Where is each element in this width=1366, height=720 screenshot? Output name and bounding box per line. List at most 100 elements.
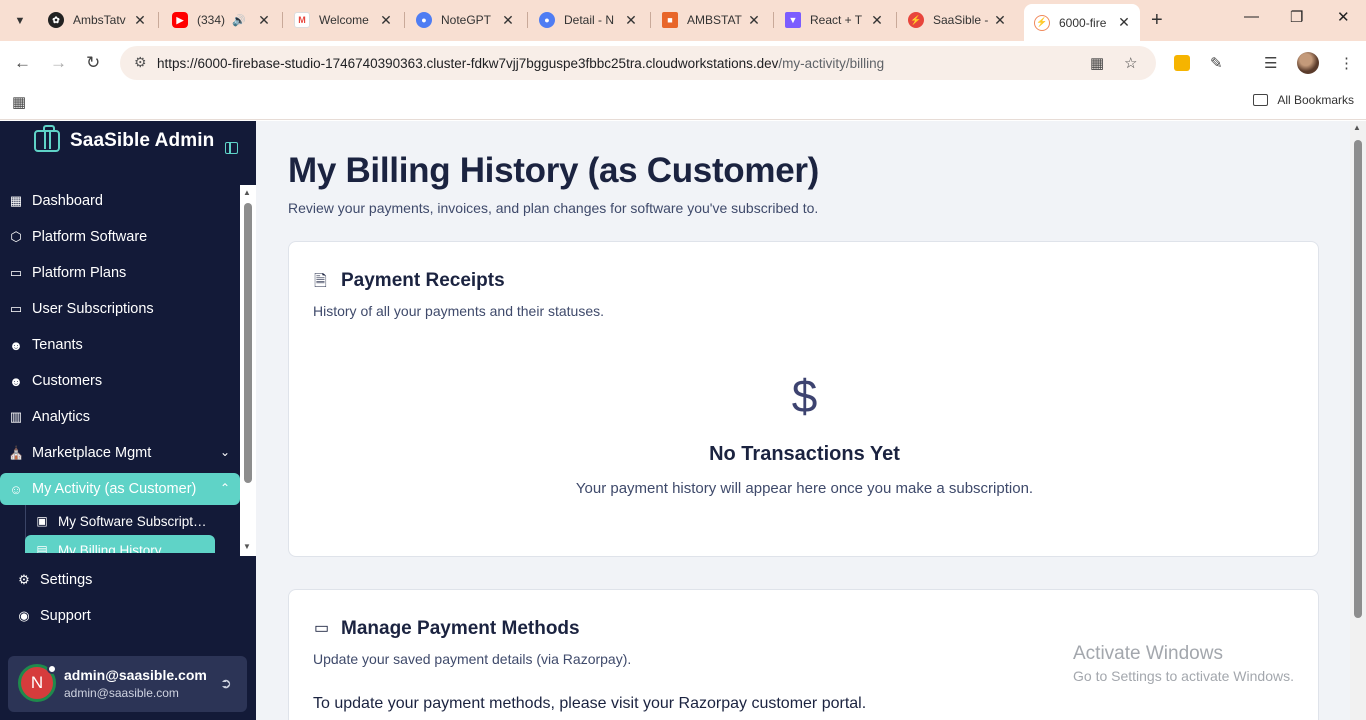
scroll-up-arrow-icon[interactable]: ▲ [243,188,251,197]
back-arrow-icon[interactable]: ← [14,53,31,73]
sidebar-subitem-label: My Billing History [58,542,162,554]
window-close-icon[interactable]: ✕ [1337,8,1350,26]
tab-title: SaaSible - [933,13,989,27]
sidebar-item-label: Support [40,608,91,624]
apps-grid-icon[interactable]: ▦ [12,93,26,111]
card-description: History of all your payments and their s… [313,303,605,319]
sidebar-item-customers[interactable]: ☻ Customers [0,365,240,397]
new-tab-plus-icon[interactable]: + [1151,9,1163,32]
tab-separator [650,12,651,28]
close-icon[interactable]: ✕ [256,12,272,29]
tab-title: React + T [810,13,863,27]
sidebar-item-label: Marketplace Mgmt [32,445,152,461]
sidebar-item-settings[interactable]: ⚙ Settings [8,565,240,595]
page-scroll-thumb[interactable] [1354,140,1362,618]
user-circle-icon: ☺ [9,481,23,497]
minimize-icon[interactable]: — [1244,8,1259,25]
empty-state-title: No Transactions Yet [709,443,900,465]
tab-search-chevron-icon[interactable]: ▼ [10,11,30,31]
close-icon[interactable]: ✕ [378,12,394,29]
all-bookmarks-label: All Bookmarks [1277,93,1354,107]
close-icon[interactable]: ✕ [132,12,148,29]
keep-extension-icon[interactable] [1174,55,1190,71]
brand-logo[interactable]: SaaSible Admin [34,125,215,152]
user-card[interactable]: N admin@saasible.com admin@saasible.com … [8,656,247,712]
ambstat-icon: ■ [662,12,678,28]
sidebar-item-label: Dashboard [32,193,103,209]
browser-tab[interactable]: ● NoteGPT ✕ [406,5,524,35]
gmail-icon: M [294,12,310,28]
sidebar-scroll-thumb[interactable] [244,203,252,483]
speaker-icon[interactable]: 🔊 [232,14,246,27]
sidebar-toggle-icon[interactable] [225,142,238,154]
close-icon[interactable]: ✕ [992,12,1008,29]
tab-title: AMBSTAT [687,13,742,27]
store-icon: ⛪ [8,445,25,460]
sidebar-item-marketplace-mgmt[interactable]: ⛪ Marketplace Mgmt ⌄ [0,437,240,469]
url-text[interactable]: https://6000-firebase-studio-17467403903… [157,56,884,71]
browser-tab[interactable]: ● Detail - N ✕ [529,5,647,35]
extensions-puzzle-icon[interactable]: ✎ [1210,54,1223,72]
scroll-up-arrow-icon[interactable]: ▲ [1353,123,1361,132]
sidebar-item-my-activity[interactable]: ☺ My Activity (as Customer) ⌃ [0,473,240,505]
sidebar-item-support[interactable]: ◉ Support [8,601,240,631]
sidebar-item-label: Platform Software [32,229,148,245]
sidebar-item-label: Customers [32,373,103,389]
app-sidebar: SaaSible Admin ▦ Dashboard ⬡ Platform So… [0,121,256,720]
sidebar-item-dashboard[interactable]: ▦ Dashboard [0,185,240,217]
close-icon[interactable]: ✕ [869,12,885,29]
user-icon: ☻ [9,337,23,353]
browser-tab[interactable]: ✿ AmbsTatv ✕ [38,5,156,35]
youtube-icon: ▶ [172,12,188,28]
chevron-up-icon: ⌃ [219,481,230,495]
bookmark-star-icon[interactable]: ☆ [1124,54,1137,72]
user-name: admin@saasible.com [64,667,207,683]
translate-icon[interactable]: ▦ [1090,54,1104,72]
scroll-down-arrow-icon[interactable]: ▼ [243,542,251,551]
site-settings-icon[interactable]: ⚙ [134,54,147,71]
main-content: My Billing History (as Customer) Review … [256,121,1350,720]
sidebar-item-tenants[interactable]: ☻ Tenants [0,329,240,361]
browser-tab-active[interactable]: ⚡ 6000-fire ✕ [1024,4,1140,41]
browser-tab[interactable]: ▶ (334) 🔊 ✕ [162,5,280,35]
browser-tab[interactable]: ■ AMBSTAT ✕ [652,5,770,35]
logout-icon[interactable]: ➲ [220,675,232,692]
profile-avatar[interactable] [1297,52,1319,74]
tab-title: Welcome [319,13,369,27]
grid-icon: ▦ [9,193,23,208]
tab-separator [158,12,159,28]
close-icon[interactable]: ✕ [500,12,516,29]
sidebar-subitem-my-software-subscriptions[interactable]: ▣ My Software Subscriptions [25,506,215,536]
tab-separator [527,12,528,28]
browser-tab[interactable]: ▼ React + T ✕ [775,5,893,35]
tab-title: Detail - N [564,13,615,27]
all-bookmarks-button[interactable]: All Bookmarks [1253,93,1354,107]
close-icon[interactable]: ✕ [1116,14,1132,31]
brand-name: SaaSible Admin [70,130,215,151]
address-bar[interactable]: ⚙ https://6000-firebase-studio-174674039… [120,46,1156,80]
vite-icon: ▼ [785,12,801,28]
firebase-icon: ⚡ [1034,14,1050,31]
card-title: Manage Payment Methods [341,618,580,639]
sidebar-item-platform-software[interactable]: ⬡ Platform Software [0,221,240,253]
forward-arrow-icon[interactable]: → [50,53,67,73]
browser-tab[interactable]: M Welcome ✕ [284,5,402,35]
sidebar-item-analytics[interactable]: ▥ Analytics [0,401,240,433]
reload-icon[interactable]: ↻ [86,53,100,73]
browser-tab[interactable]: ⚡ SaaSible - ✕ [898,5,1016,35]
restore-icon[interactable]: ❐ [1290,8,1303,26]
sidebar-item-label: My Activity (as Customer) [32,481,197,497]
sidebar-item-label: Settings [40,572,93,588]
sidebar-subitem-label: My Software Subscriptions [58,513,208,529]
sidebar-item-platform-plans[interactable]: ▭ Platform Plans [0,257,240,289]
close-icon[interactable]: ✕ [623,12,639,29]
sidebar-item-user-subscriptions[interactable]: ▭ User Subscriptions [0,293,240,325]
site-icon: ● [539,12,555,28]
media-control-icon[interactable]: ☰ [1264,54,1277,72]
lifebuoy-icon: ◉ [18,608,30,623]
sidebar-subitem-my-billing-history[interactable]: ▤ My Billing History [25,535,215,553]
close-icon[interactable]: ✕ [746,12,762,29]
card-description: Update your saved payment details (via R… [313,651,632,667]
folder-icon [1253,94,1269,106]
menu-kebab-icon[interactable]: ⋮ [1339,54,1354,72]
